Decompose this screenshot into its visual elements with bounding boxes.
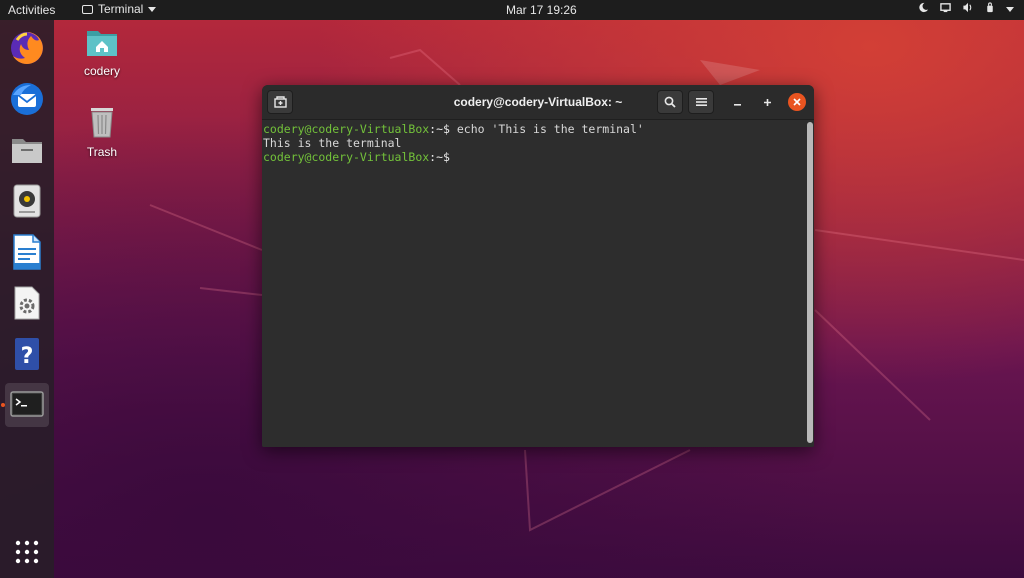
desktop-icon-label: Trash	[86, 145, 118, 159]
svg-text:?: ?	[21, 344, 34, 369]
dock-item-help[interactable]: ?	[5, 332, 49, 376]
speaker-icon	[13, 184, 41, 218]
clock[interactable]: Mar 17 19:26	[506, 3, 577, 17]
terminal-window[interactable]: codery@codery-VirtualBox: ~ codery@coder…	[262, 85, 814, 447]
terminal-icon	[82, 4, 93, 14]
grid-icon	[15, 540, 39, 564]
running-indicator	[1, 403, 5, 407]
minimize-icon	[733, 103, 741, 106]
terminal-line: codery@codery-VirtualBox:~$ echo 'This i…	[263, 122, 644, 136]
firefox-icon	[11, 32, 43, 64]
search-icon	[664, 96, 676, 108]
terminal-line: This is the terminal	[263, 136, 644, 150]
dock-item-firefox[interactable]	[5, 26, 49, 70]
desktop-icon-home[interactable]: codery	[67, 27, 137, 78]
dock-item-rhythmbox[interactable]	[5, 179, 49, 223]
prompt-user: codery@codery-VirtualBox	[263, 122, 430, 136]
dock-item-writer[interactable]	[5, 230, 49, 274]
dock-item-terminal[interactable]	[5, 383, 49, 427]
terminal-line: codery@codery-VirtualBox:~$	[263, 150, 644, 164]
terminal-lines: codery@codery-VirtualBox:~$ echo 'This i…	[263, 122, 644, 164]
hamburger-icon	[695, 98, 707, 106]
trash-icon	[91, 108, 113, 138]
files-icon	[12, 139, 42, 163]
home-folder-icon	[87, 31, 117, 56]
network-icon	[940, 2, 951, 16]
show-applications-button[interactable]	[5, 530, 49, 574]
maximize-button[interactable]	[758, 93, 776, 111]
prompt-path: :~$	[429, 150, 450, 164]
gear-document-icon	[14, 286, 40, 320]
command-text: echo 'This is the terminal'	[449, 122, 644, 136]
terminal-icon	[10, 391, 44, 417]
desktop-icon-label: codery	[83, 64, 121, 78]
window-titlebar[interactable]: codery@codery-VirtualBox: ~	[262, 85, 814, 120]
document-writer-icon	[13, 234, 41, 270]
menu-button[interactable]	[688, 90, 714, 114]
dock-item-thunderbird[interactable]	[5, 77, 49, 121]
help-icon: ?	[15, 338, 39, 370]
system-tray[interactable]	[918, 2, 1014, 16]
app-menu-label: Terminal	[98, 2, 144, 16]
top-bar: Activities Terminal Mar 17 19:26	[0, 0, 1024, 20]
chevron-down-icon	[1006, 6, 1014, 12]
command-output: This is the terminal	[263, 136, 402, 150]
desktop-icon-trash[interactable]: Trash	[67, 106, 137, 159]
dock: ?	[0, 20, 54, 578]
prompt-path: :~$	[429, 122, 450, 136]
minimize-button[interactable]	[728, 93, 746, 111]
app-menu[interactable]: Terminal	[82, 2, 157, 16]
activities-button[interactable]: Activities	[8, 3, 55, 17]
close-icon	[793, 98, 801, 106]
dock-item-software-updater[interactable]	[5, 281, 49, 325]
terminal-output[interactable]: codery@codery-VirtualBox:~$ echo 'This i…	[262, 120, 814, 447]
prompt-user: codery@codery-VirtualBox	[263, 150, 430, 164]
dock-item-files[interactable]	[5, 128, 49, 172]
night-light-icon	[918, 2, 929, 16]
volume-icon	[962, 2, 974, 16]
thunderbird-icon	[11, 83, 43, 115]
maximize-icon	[763, 98, 771, 106]
close-button[interactable]	[788, 93, 806, 111]
terminal-scrollbar[interactable]	[807, 122, 813, 443]
power-icon	[985, 2, 995, 16]
chevron-down-icon	[148, 6, 157, 12]
search-button[interactable]	[657, 90, 683, 114]
